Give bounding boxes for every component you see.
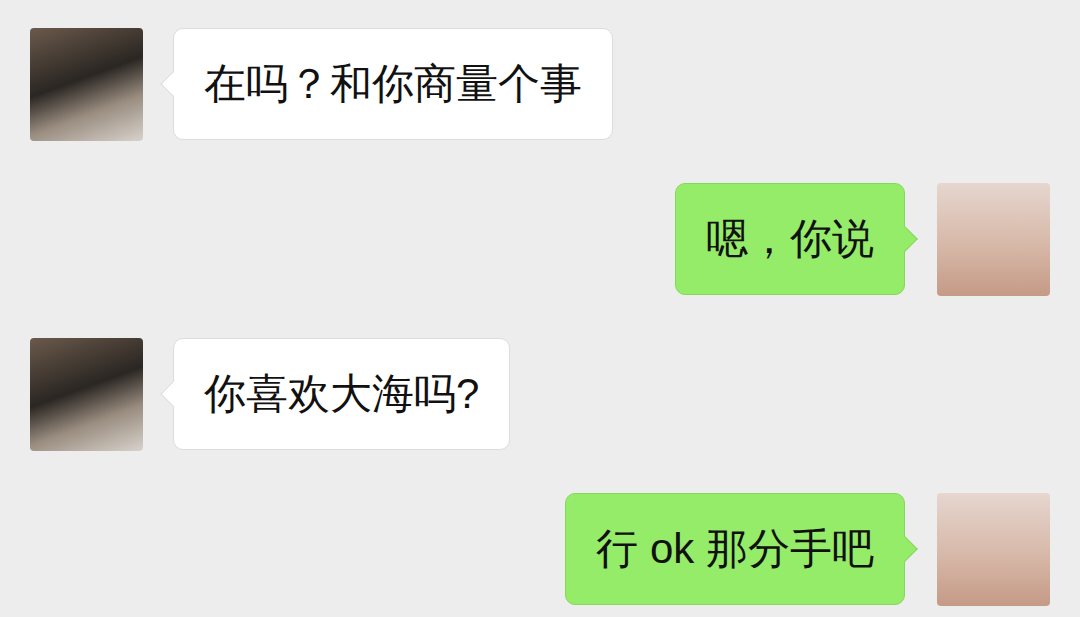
avatar-icon[interactable] <box>937 183 1050 296</box>
avatar-icon[interactable] <box>30 28 143 141</box>
message-row: 行 ok 那分手吧 <box>30 493 1050 606</box>
avatar-icon[interactable] <box>937 493 1050 606</box>
message-row: 嗯，你说 <box>30 183 1050 296</box>
message-bubble[interactable]: 嗯，你说 <box>675 183 905 295</box>
chat-area: 在吗？和你商量个事嗯，你说你喜欢大海吗? 行 ok 那分手吧 <box>0 0 1080 606</box>
message-row: 你喜欢大海吗? <box>30 338 1050 451</box>
avatar-icon[interactable] <box>30 338 143 451</box>
message-bubble[interactable]: 行 ok 那分手吧 <box>565 493 905 605</box>
message-row: 在吗？和你商量个事 <box>30 28 1050 141</box>
message-bubble[interactable]: 你喜欢大海吗? <box>173 338 510 450</box>
message-bubble[interactable]: 在吗？和你商量个事 <box>173 28 613 140</box>
